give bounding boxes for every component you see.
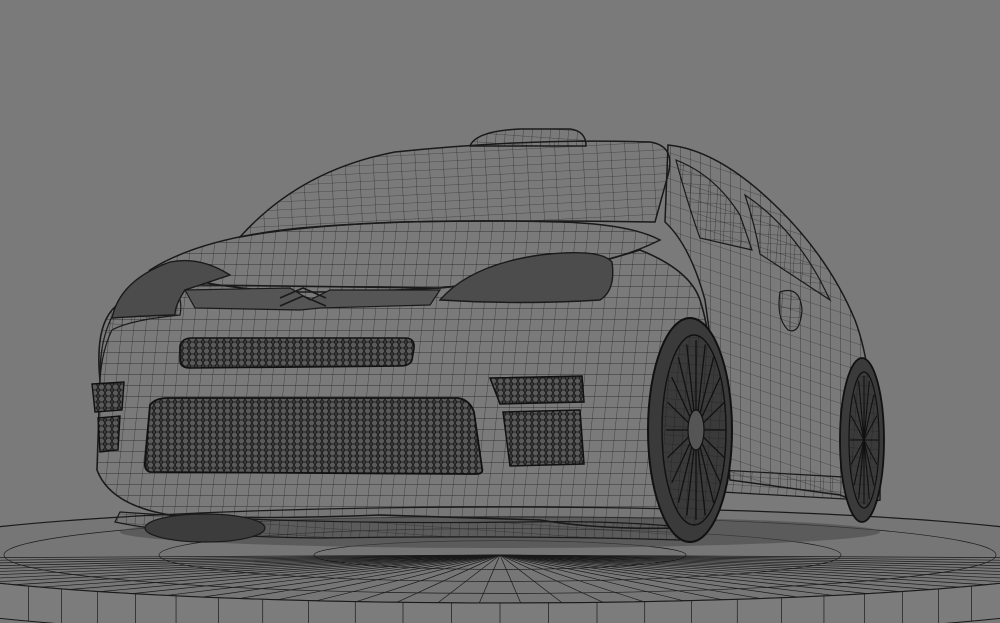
grille-lower — [143, 397, 484, 475]
wheel-rear-right — [839, 357, 885, 523]
tyre-front-left — [144, 513, 266, 543]
intake-left-lower — [97, 415, 121, 453]
car-model — [91, 128, 885, 543]
intake-right-upper — [488, 375, 585, 405]
viewport-3d[interactable] — [0, 0, 1000, 623]
intake-left-upper — [91, 381, 125, 413]
wheel-front-right — [647, 317, 733, 543]
wireframe-render — [0, 128, 1000, 623]
grille-middle — [179, 337, 415, 369]
intake-right-lower — [502, 409, 585, 467]
